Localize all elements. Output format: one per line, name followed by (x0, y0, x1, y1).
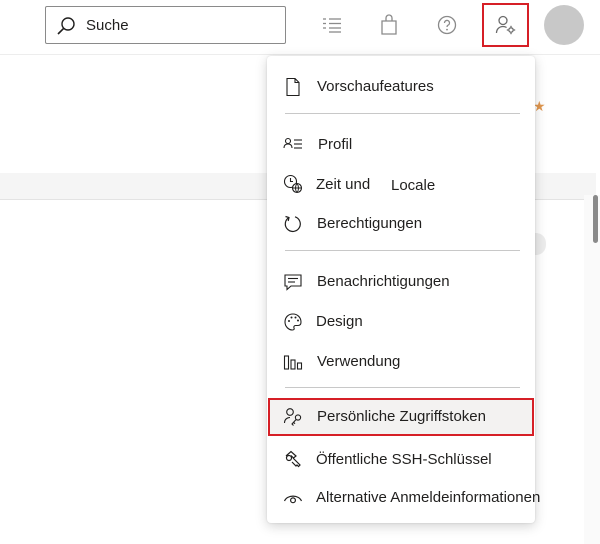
search-box[interactable] (45, 6, 286, 44)
menu-item-label: Design (316, 313, 363, 330)
search-icon (56, 16, 76, 36)
menu-item-alternate-credentials[interactable]: Alternative Anmeldeinformationen (267, 478, 540, 518)
search-input[interactable] (86, 15, 276, 35)
menu-item-label: Zeit und (316, 176, 371, 193)
menu-item-usage[interactable]: Verwendung (267, 342, 535, 382)
scroll-track (584, 195, 600, 544)
contact-card-icon (283, 135, 303, 155)
menu-item-label: Benachrichtigungen (317, 273, 450, 290)
menu-item-label: Verwendung (317, 353, 401, 370)
task-list-icon[interactable] (319, 12, 345, 38)
top-bar (0, 0, 600, 55)
user-settings-menu: Vorschaufeatures Profil Zeit und Locale (267, 56, 540, 523)
menu-item-personal-access-tokens[interactable]: Persönliche Zugriffstoken (267, 397, 535, 437)
comment-icon (283, 272, 303, 292)
menu-item-label: Vorschaufeatures (317, 78, 434, 95)
menu-item-label: Persönliche Zugriffstoken (317, 408, 486, 425)
menu-item-permissions[interactable]: Berechtigungen (267, 204, 535, 244)
refresh-icon (283, 214, 303, 234)
user-settings-button[interactable] (482, 3, 529, 47)
menu-item-preview-features[interactable]: Vorschaufeatures (267, 67, 535, 107)
person-key-icon (283, 407, 303, 427)
menu-divider (285, 113, 520, 114)
menu-item-label: Öffentliche SSH-Schlüssel (316, 451, 492, 468)
menu-item-notifications[interactable]: Benachrichtigungen (267, 262, 535, 302)
menu-item-profile[interactable]: Profil (267, 125, 535, 165)
menu-item-ssh-keys[interactable]: Öffentliche SSH-Schlüssel (267, 440, 535, 480)
user-settings-icon (495, 14, 517, 36)
menu-item-label: Alternative Anmeldeinformationen (316, 489, 541, 506)
menu-item-label: Berechtigungen (317, 215, 423, 232)
palette-icon (283, 312, 303, 332)
shopping-bag-icon[interactable] (376, 12, 402, 38)
help-icon[interactable] (434, 12, 460, 38)
bar-chart-icon (283, 352, 303, 372)
menu-item-design[interactable]: Design (267, 302, 535, 342)
page-icon (283, 77, 303, 97)
scrollbar-thumb[interactable] (593, 195, 598, 243)
menu-divider (285, 250, 520, 251)
menu-item-label-secondary: Locale (391, 177, 436, 194)
ssh-key-icon (283, 450, 303, 470)
menu-item-time-locale[interactable]: Zeit und Locale (267, 164, 535, 204)
menu-item-label: Profil (318, 136, 353, 153)
time-globe-icon (283, 174, 303, 194)
avatar[interactable] (544, 5, 584, 45)
eye-icon (283, 488, 303, 508)
menu-divider (285, 387, 520, 388)
